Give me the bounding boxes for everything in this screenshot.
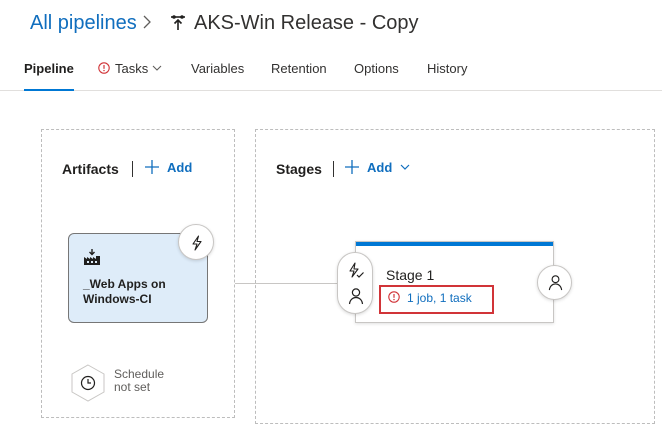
tab-options[interactable]: Options [354, 61, 399, 91]
person-icon[interactable] [347, 287, 365, 305]
tab-variables-label: Variables [191, 61, 245, 76]
warning-icon [98, 62, 110, 74]
stage-name: Stage 1 [386, 267, 435, 283]
trigger-check-icon[interactable] [347, 262, 365, 280]
artifacts-title: Artifacts [62, 161, 119, 177]
continuous-deployment-trigger-button[interactable] [178, 224, 214, 260]
lightning-icon [192, 235, 202, 251]
person-icon [548, 275, 563, 291]
chevron-down-icon [400, 164, 410, 170]
add-stage-label: Add [367, 160, 393, 175]
schedule-line-2: not set [114, 380, 151, 394]
stage-tasks-label: 1 job, 1 task [407, 291, 472, 305]
stage-card[interactable]: Stage 1 1 job, 1 task [355, 241, 554, 323]
tab-history-label: History [427, 61, 468, 76]
warning-icon [388, 291, 400, 303]
page-title: AKS-Win Release - Copy [194, 12, 419, 34]
schedule-button[interactable] [70, 364, 106, 402]
stages-title: Stages [276, 161, 322, 177]
artifact-name: _Web Apps on Windows-CI [83, 277, 166, 306]
pre-deployment-conditions [337, 252, 373, 314]
page-header: All pipelines AKS-Win Release - Copy [0, 0, 662, 50]
tab-retention[interactable]: Retention [271, 61, 327, 91]
tab-options-label: Options [354, 61, 399, 76]
add-stage-button[interactable]: Add [345, 160, 410, 175]
breadcrumb-all-pipelines[interactable]: All pipelines [30, 12, 137, 35]
tab-history[interactable]: History [427, 61, 467, 91]
build-artifact-icon [84, 249, 100, 265]
tab-pipeline-label: Pipeline [24, 61, 74, 76]
tab-tasks[interactable]: Tasks [98, 61, 162, 91]
stage-tasks-link[interactable]: 1 job, 1 task [379, 285, 494, 314]
tab-pipeline[interactable]: Pipeline [24, 61, 74, 91]
schedule-status: Schedule not set [114, 368, 164, 394]
add-artifact-label: Add [167, 160, 193, 175]
chevron-right-icon [143, 15, 151, 29]
plus-icon [345, 160, 359, 174]
release-pipeline-icon [171, 15, 185, 30]
stage-status-bar [356, 242, 553, 246]
tab-retention-label: Retention [271, 61, 327, 76]
post-deployment-approvals-button[interactable] [537, 265, 572, 300]
tab-variables[interactable]: Variables [191, 61, 244, 91]
plus-icon [145, 160, 159, 174]
chevron-down-icon [152, 65, 162, 71]
divider [132, 161, 133, 177]
divider [333, 161, 334, 177]
add-artifact-button[interactable]: Add [145, 160, 192, 175]
pipeline-tabs: Pipeline Tasks Variables Retention Optio… [0, 55, 662, 91]
tab-tasks-label: Tasks [115, 61, 149, 76]
